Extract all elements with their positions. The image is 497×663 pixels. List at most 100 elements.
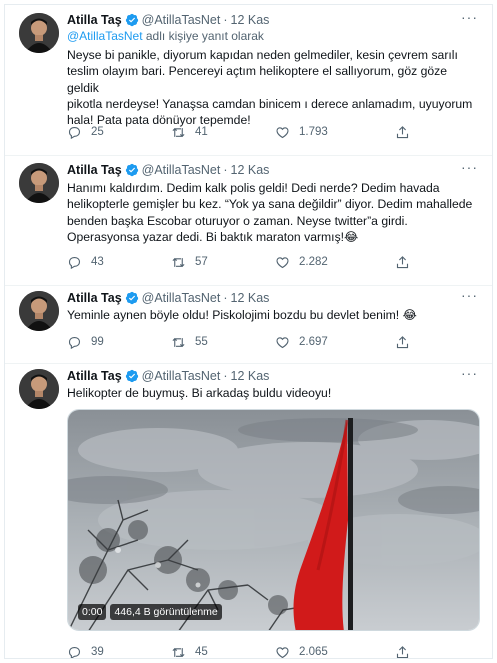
tweet-line: pikotla nerdeyse! Yanaşsa camdan binicem… — [67, 96, 473, 111]
retweet-button[interactable]: 45 — [171, 645, 208, 658]
author-handle[interactable]: @AtillaTasNet — [142, 13, 221, 27]
like-count: 1.793 — [299, 126, 328, 138]
video-time: 0:00 — [78, 604, 107, 620]
author-name[interactable]: Atilla Taş — [67, 163, 122, 177]
timestamp[interactable]: 12 Kas — [231, 291, 270, 305]
reply-handle-link[interactable]: @AtillaTasNet — [67, 29, 143, 43]
avatar[interactable] — [19, 163, 59, 203]
tweet-text: Helikopter de buymuş. Bi arkadaş buldu v… — [67, 385, 476, 401]
reply-button[interactable]: 25 — [67, 125, 104, 140]
author-name[interactable]: Atilla Taş — [67, 291, 122, 305]
tweet-actions: 39 45 2.065 — [67, 643, 417, 659]
tweet-2[interactable]: Atilla Taş @AtillaTasNet · 12 Kas ··· Ha… — [5, 155, 492, 285]
share-button[interactable] — [395, 125, 410, 140]
like-button[interactable]: 2.697 — [275, 335, 328, 350]
share-icon — [396, 125, 409, 138]
video-overlay: 0:00 446,4 B görüntülenme — [78, 604, 222, 620]
tweet-1[interactable]: Atilla Taş @AtillaTasNet · 12 Kas ··· @A… — [5, 5, 492, 155]
reply-icon — [68, 256, 81, 269]
video-player[interactable]: 0:00 446,4 B görüntülenme — [67, 409, 480, 631]
separator: · — [223, 163, 228, 177]
more-icon[interactable]: ··· — [461, 10, 478, 24]
like-icon — [276, 256, 289, 268]
reply-count: 25 — [91, 126, 104, 138]
avatar[interactable] — [19, 369, 59, 409]
video-views: 446,4 B görüntülenme — [110, 604, 222, 620]
like-count: 2.065 — [299, 646, 328, 658]
retweet-icon — [172, 257, 185, 267]
timestamp[interactable]: 12 Kas — [231, 369, 270, 383]
retweet-icon — [172, 127, 185, 137]
share-icon — [396, 645, 409, 658]
retweet-button[interactable]: 41 — [171, 125, 208, 140]
retweet-button[interactable]: 57 — [171, 255, 208, 270]
like-button[interactable]: 2.065 — [275, 645, 328, 658]
verified-badge-icon — [125, 13, 138, 27]
more-icon[interactable]: ··· — [461, 366, 478, 380]
reply-count: 39 — [91, 646, 104, 658]
tweet-line: helikopterle gemişler bu kez. “Yok ya sa… — [67, 197, 473, 212]
tweet-4[interactable]: Atilla Taş @AtillaTasNet · 12 Kas ··· He… — [5, 363, 492, 659]
timestamp[interactable]: 12 Kas — [231, 13, 270, 27]
verified-badge-icon — [125, 369, 138, 383]
like-count: 2.282 — [299, 256, 328, 268]
tweet-header: Atilla Taş @AtillaTasNet · 12 Kas ··· — [67, 10, 478, 29]
retweet-button[interactable]: 55 — [171, 335, 208, 350]
author-name[interactable]: Atilla Taş — [67, 13, 122, 27]
timestamp[interactable]: 12 Kas — [231, 163, 270, 177]
tweet-header: Atilla Taş @AtillaTasNet · 12 Kas ··· — [67, 366, 478, 385]
tweet-actions: 25 41 1.793 — [67, 123, 417, 141]
tweet-line: teslim olayım bari. Pencereyi açtım heli… — [67, 64, 448, 95]
like-icon — [276, 126, 289, 138]
share-button[interactable] — [395, 645, 410, 659]
reply-suffix: adlı kişiye yanıt olarak — [142, 29, 264, 43]
timeline: Atilla Taş @AtillaTasNet · 12 Kas ··· @A… — [4, 4, 493, 659]
reply-icon — [68, 646, 81, 658]
separator: · — [223, 291, 228, 305]
author-name[interactable]: Atilla Taş — [67, 369, 122, 383]
reply-icon — [68, 336, 81, 349]
retweet-icon — [172, 647, 185, 657]
author-handle[interactable]: @AtillaTasNet — [142, 163, 221, 177]
verified-badge-icon — [125, 291, 138, 305]
tweet-header: Atilla Taş @AtillaTasNet · 12 Kas ··· — [67, 288, 478, 307]
like-button[interactable]: 2.282 — [275, 255, 328, 270]
reply-button[interactable]: 39 — [67, 645, 104, 658]
retweet-count: 41 — [195, 126, 208, 138]
like-button[interactable]: 1.793 — [275, 125, 328, 140]
tweet-line: benden başka Escobar oturuyor o zaman. N… — [67, 213, 408, 228]
tweet-text: Hanımı kaldırdım. Dedim kalk polis geldi… — [67, 180, 476, 245]
reply-button[interactable]: 43 — [67, 255, 104, 270]
more-icon[interactable]: ··· — [461, 160, 478, 174]
tweet-actions: 99 55 2.697 — [67, 333, 417, 351]
tweet-3[interactable]: Atilla Taş @AtillaTasNet · 12 Kas ··· Ye… — [5, 285, 492, 363]
reply-button[interactable]: 99 — [67, 335, 104, 350]
share-button[interactable] — [395, 255, 410, 270]
video-frame — [68, 410, 479, 630]
share-icon — [396, 255, 409, 268]
tweet-line: Neyse bi panikle, diyorum kapıdan neden … — [67, 48, 458, 62]
avatar[interactable] — [19, 13, 59, 53]
separator: · — [223, 13, 228, 27]
reply-count: 43 — [91, 256, 104, 268]
tweet-line: Yeminle aynen böyle oldu! Piskolojimi bo… — [67, 308, 417, 322]
flag-pole — [348, 418, 353, 630]
like-count: 2.697 — [299, 336, 328, 348]
reply-context: @AtillaTasNet adlı kişiye yanıt olarak — [67, 29, 264, 43]
retweet-count: 57 — [195, 256, 208, 268]
author-handle[interactable]: @AtillaTasNet — [142, 291, 221, 305]
like-icon — [276, 646, 289, 658]
like-icon — [276, 336, 289, 348]
tweet-line: Hanımı kaldırdım. Dedim kalk polis geldi… — [67, 181, 440, 195]
tweet-header: Atilla Taş @AtillaTasNet · 12 Kas ··· — [67, 160, 478, 179]
tweet-actions: 43 57 2.282 — [67, 253, 417, 271]
more-icon[interactable]: ··· — [461, 288, 478, 302]
tweet-text: Neyse bi panikle, diyorum kapıdan neden … — [67, 47, 476, 128]
avatar[interactable] — [19, 291, 59, 331]
retweet-count: 55 — [195, 336, 208, 348]
author-handle[interactable]: @AtillaTasNet — [142, 369, 221, 383]
verified-badge-icon — [125, 163, 138, 177]
reply-icon — [68, 126, 81, 139]
tweet-text: Yeminle aynen böyle oldu! Piskolojimi bo… — [67, 307, 476, 323]
share-button[interactable] — [395, 335, 410, 350]
